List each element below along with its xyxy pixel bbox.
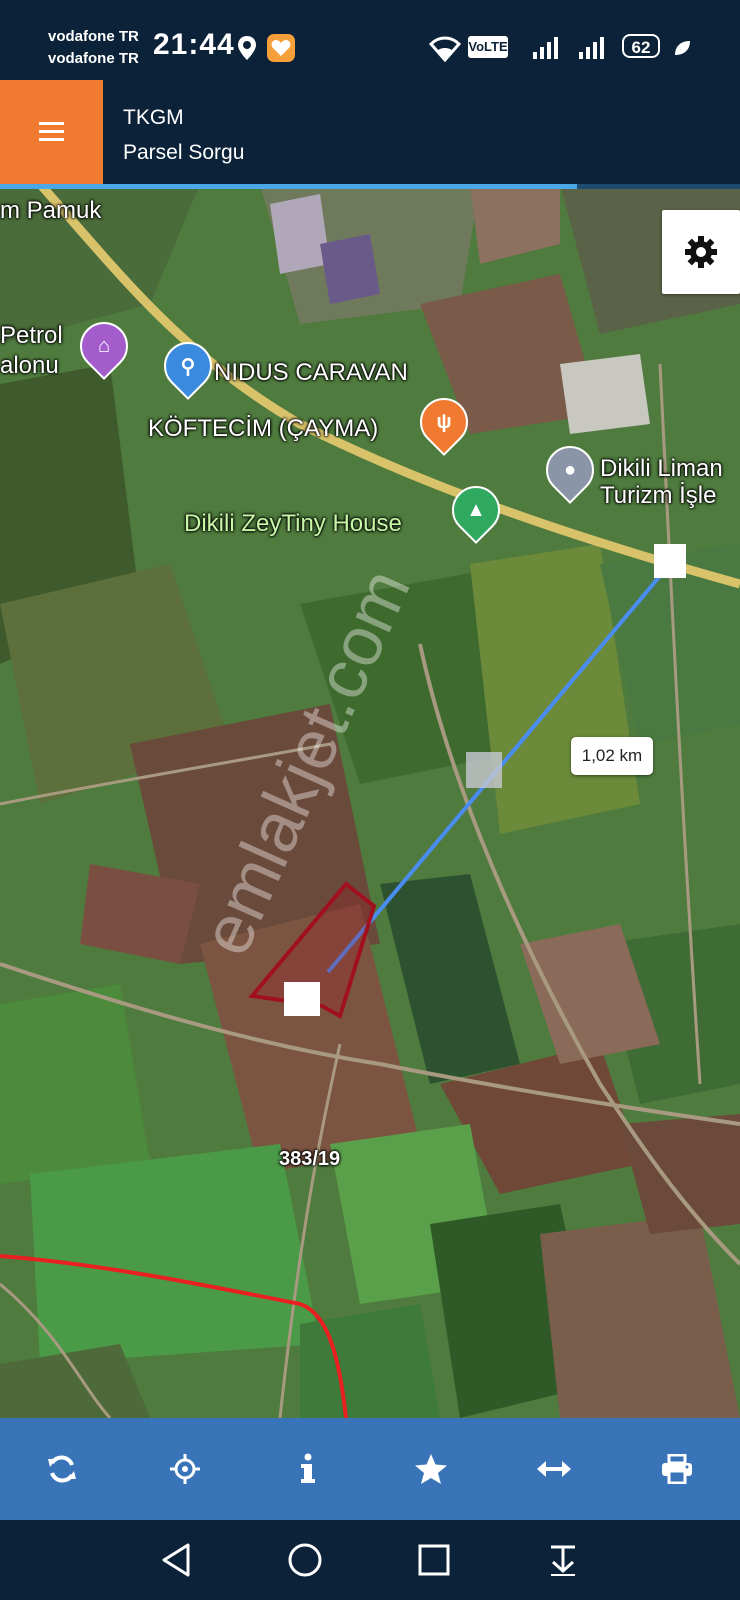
place-label: Petrol [0, 322, 63, 349]
battery-indicator: 62 [622, 34, 660, 58]
map-view[interactable]: 1,02 km 383/19 m Pamuk Petrol alonu NIDU… [0, 184, 740, 1418]
loading-progress [0, 184, 740, 189]
recents-icon [418, 1544, 450, 1576]
print-button[interactable] [615, 1418, 738, 1520]
place-label: Turizm İşle [600, 482, 717, 509]
crosshair-icon [169, 1454, 200, 1484]
distance-label: 1,02 km [571, 737, 653, 775]
home-icon [288, 1543, 322, 1577]
settings-button[interactable] [662, 210, 740, 294]
carrier-label-1: vodafone TR [48, 28, 139, 45]
eco-leaf-icon [675, 41, 690, 55]
back-button[interactable] [136, 1520, 216, 1600]
app-title: TKGM [123, 106, 184, 129]
wifi-icon [428, 36, 462, 62]
signal-icon-1 [533, 37, 558, 59]
measure-midpoint-handle[interactable] [466, 752, 502, 788]
locate-button[interactable] [123, 1418, 246, 1520]
bottom-toolbar [0, 1418, 740, 1520]
app-subtitle: Parsel Sorgu [123, 141, 245, 164]
signal-icon-2 [579, 37, 604, 59]
recents-button[interactable] [394, 1520, 474, 1600]
parcel-number-label: 383/19 [279, 1148, 341, 1170]
location-icon [238, 36, 256, 60]
measure-start-handle[interactable] [284, 982, 320, 1016]
notification-pull-icon [551, 1545, 575, 1576]
volte-badge: VoLTE [468, 36, 508, 58]
favorite-button[interactable] [369, 1418, 492, 1520]
clock: 21:44 [153, 28, 235, 61]
menu-button[interactable] [0, 80, 103, 184]
info-icon [300, 1453, 315, 1483]
measure-arrows-icon [536, 1461, 571, 1477]
refresh-icon [47, 1455, 76, 1483]
measure-end-handle[interactable] [654, 544, 686, 578]
app-bar: TKGM Parsel Sorgu [0, 80, 740, 184]
info-button[interactable] [246, 1418, 369, 1520]
print-icon [661, 1454, 692, 1484]
system-navigation-bar [0, 1520, 740, 1600]
health-app-icon [267, 34, 295, 62]
back-icon [162, 1543, 190, 1577]
refresh-button[interactable] [0, 1418, 123, 1520]
place-label: NIDUS CARAVAN [214, 359, 408, 386]
measure-button[interactable] [492, 1418, 615, 1520]
place-label: KÖFTECİM (ÇAYMA) [148, 415, 379, 442]
carrier-label-2: vodafone TR [48, 50, 139, 67]
place-label: Dikili Liman [600, 455, 723, 482]
notification-pull-button[interactable] [523, 1520, 603, 1600]
star-icon [414, 1454, 447, 1484]
place-label: alonu [0, 352, 59, 379]
place-label: m Pamuk [0, 197, 102, 224]
place-label: Dikili ZeyTiny House [184, 510, 402, 537]
status-bar: vodafone TR vodafone TR 21:44 VoLTE 62 [0, 0, 740, 80]
home-button[interactable] [265, 1520, 345, 1600]
gear-icon [685, 236, 717, 268]
